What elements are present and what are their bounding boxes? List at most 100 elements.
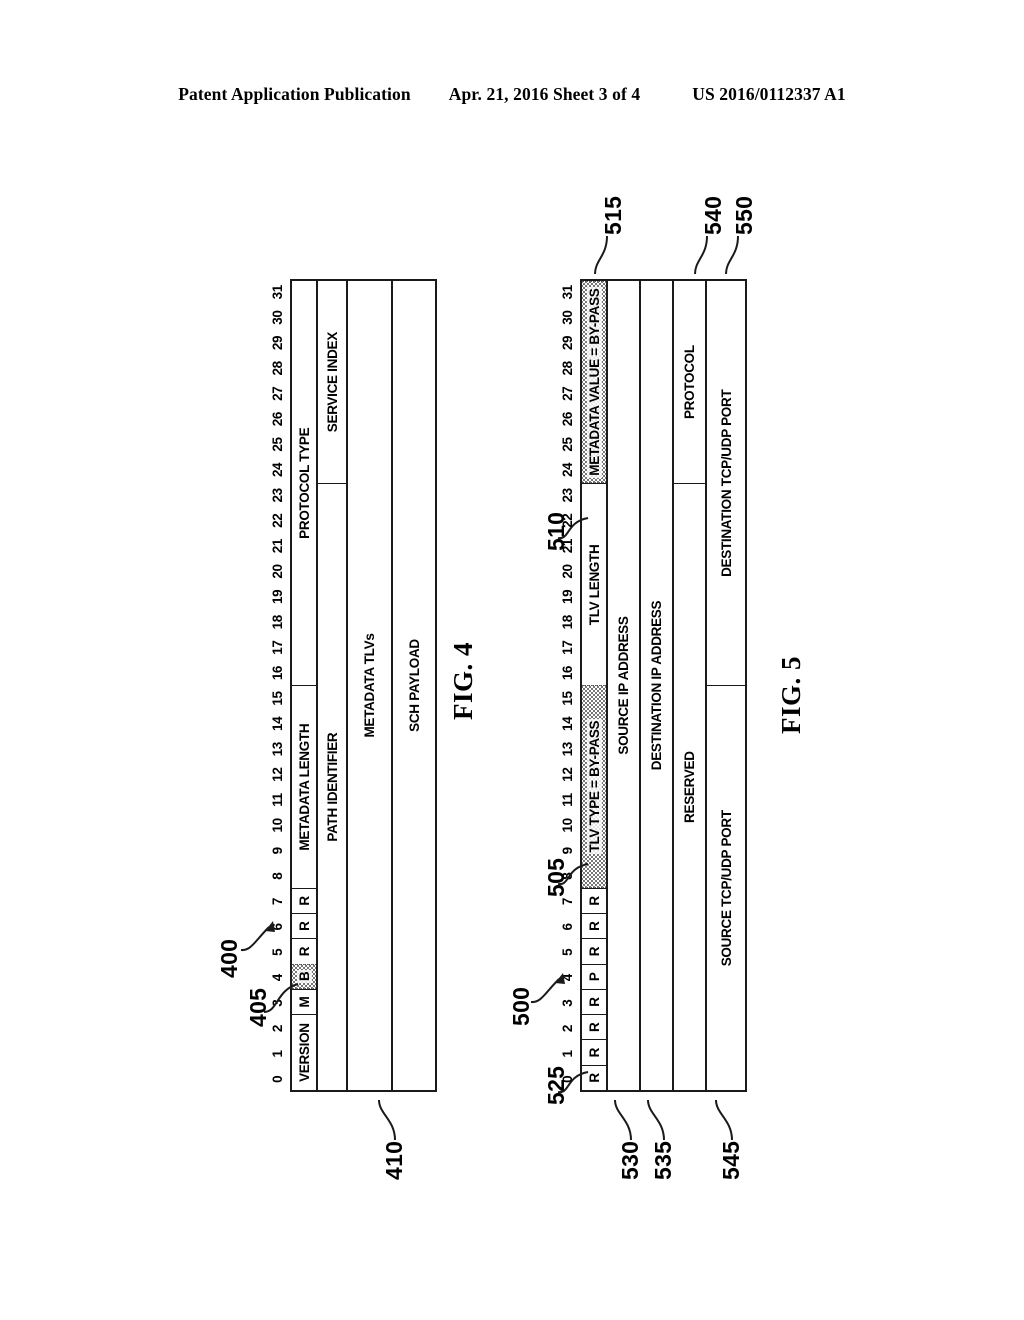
- publication-number-label: US 2016/0112337 A1: [692, 84, 846, 104]
- bit-label-28: 28: [270, 361, 285, 376]
- field-label: DESTINATION IP ADDRESS: [649, 600, 664, 771]
- field-label: R: [586, 896, 602, 906]
- bit-label-9: 9: [270, 847, 285, 855]
- ports-row: SOURCE TCP/UDP PORT DESTINATION TCP/UDP P…: [707, 281, 745, 1090]
- bit-label-24: 24: [270, 462, 285, 478]
- bit-ruler-fig4: 0 1 2 3 4 5 6 7 8 9 10 11 12 13 14 15 16 17 18 19 20 21 22 23 24…: [268, 279, 288, 1092]
- bit-label-23: 23: [270, 488, 285, 503]
- ref-550: 550: [731, 195, 757, 235]
- figure-5-diagram: 0 1 2 3 4 5 6 7 8 9 10 11 12 13 14 15 16 17 18 19 20 21 22 23 24…: [558, 227, 753, 1092]
- bit-label-23: 23: [560, 488, 575, 503]
- tlv-header-row: R R R R P R R R TLV TYPE = BY-PASS TLV LENGTH META…: [582, 280, 608, 1090]
- bit-label-31: 31: [270, 285, 285, 300]
- field-version: VERSION: [292, 1014, 316, 1090]
- field-b: B: [292, 963, 316, 989]
- field-label: SOURCE IP ADDRESS: [616, 616, 631, 755]
- field-label: METADATA LENGTH: [296, 723, 312, 851]
- bit-label-10: 10: [560, 818, 575, 833]
- header-row-1: VERSION M B R R R METADATA LENGTH PROTOCOL TYPE: [292, 281, 318, 1090]
- bit-label-12: 12: [270, 767, 285, 782]
- ref-500: 500: [508, 986, 534, 1026]
- field-label: SOURCE TCP/UDP PORT: [718, 810, 734, 967]
- bit-label-26: 26: [560, 412, 575, 427]
- reserved-protocol-row: RESERVED PROTOCOL: [674, 281, 707, 1090]
- field-label: R: [586, 921, 602, 931]
- bit-label-2: 2: [560, 1024, 575, 1033]
- bit-label-11: 11: [560, 793, 575, 807]
- bit-label-5: 5: [270, 948, 285, 956]
- field-label: B: [296, 969, 312, 983]
- field-r: R: [582, 1014, 606, 1040]
- bit-label-4: 4: [560, 974, 575, 982]
- field-r: R: [582, 938, 606, 964]
- field-protocol-type: PROTOCOL TYPE: [292, 281, 316, 686]
- bit-label-25: 25: [560, 437, 575, 452]
- publication-label: Patent Application Publication: [178, 84, 411, 104]
- bit-label-6: 6: [560, 923, 575, 931]
- bit-label-11: 11: [270, 793, 285, 807]
- bit-label-17: 17: [270, 640, 285, 655]
- bit-label-15: 15: [270, 691, 285, 706]
- bit-label-22: 22: [270, 513, 285, 528]
- ref-515: 515: [600, 195, 626, 235]
- field-service-index: SERVICE INDEX: [318, 281, 346, 483]
- bit-label-14: 14: [270, 716, 285, 731]
- field-label: METADATA VALUE = BY-PASS: [586, 286, 602, 478]
- bit-label-16: 16: [560, 665, 575, 681]
- bit-label-29: 29: [560, 335, 575, 351]
- date-sheet-label: Apr. 21, 2016 Sheet 3 of 4: [448, 84, 641, 104]
- field-label: DESTINATION TCP/UDP PORT: [718, 389, 734, 577]
- field-path-identifier: PATH IDENTIFIER: [318, 483, 346, 1090]
- field-m: M: [292, 988, 316, 1015]
- field-label: R: [586, 1047, 602, 1058]
- field-r: R: [582, 913, 606, 939]
- bit-label-17: 17: [560, 640, 575, 655]
- bit-label-19: 19: [560, 589, 575, 604]
- field-label: R: [586, 997, 602, 1007]
- bit-label-1: 1: [560, 1050, 575, 1058]
- sch-payload-row: SCH PAYLOAD: [393, 281, 435, 1090]
- field-sch-payload: SCH PAYLOAD: [393, 281, 435, 1090]
- bit-label-26: 26: [270, 412, 285, 427]
- header-row-2: PATH IDENTIFIER SERVICE INDEX: [318, 281, 348, 1090]
- page-header: Patent Application Publication Apr. 21, …: [0, 84, 1024, 105]
- field-label: RESERVED: [682, 751, 697, 823]
- field-label: R: [586, 1022, 602, 1033]
- source-ip-row: SOURCE IP ADDRESS: [608, 281, 641, 1090]
- bit-label-5: 5: [560, 948, 575, 956]
- field-label: PATH IDENTIFIER: [324, 732, 340, 842]
- ref-535: 535: [650, 1140, 676, 1180]
- bit-label-15: 15: [560, 691, 575, 706]
- field-source-ip-address: SOURCE IP ADDRESS: [608, 281, 639, 1090]
- field-tlv-type-by-pass: TLV TYPE = BY-PASS: [582, 685, 606, 888]
- ref-400: 400: [216, 938, 242, 978]
- bit-label-31: 31: [560, 285, 575, 300]
- bit-label-29: 29: [270, 335, 285, 351]
- field-protocol: PROTOCOL: [674, 281, 705, 483]
- ref-545: 545: [718, 1140, 744, 1180]
- field-label: PROTOCOL: [682, 345, 697, 420]
- field-label: VERSION: [296, 1023, 312, 1082]
- figure-4-caption: FIG. 4: [448, 641, 478, 720]
- field-r: R: [582, 988, 606, 1015]
- field-reserved: RESERVED: [674, 483, 705, 1090]
- ref-540: 540: [700, 195, 726, 235]
- bit-label-6: 6: [270, 923, 285, 931]
- packet-format-fig4: VERSION M B R R R METADATA LENGTH PROTOCOL TYPE…: [290, 279, 437, 1092]
- bit-label-21: 21: [270, 539, 285, 554]
- bit-label-14: 14: [560, 716, 575, 731]
- bit-label-0: 0: [270, 1075, 285, 1083]
- bit-label-20: 20: [560, 564, 575, 579]
- field-r: R: [582, 1039, 606, 1065]
- metadata-tlvs-row: METADATA TLVs: [348, 281, 393, 1090]
- figure-5-caption: FIG. 5: [776, 655, 806, 734]
- field-destination-ip-address: DESTINATION IP ADDRESS: [641, 281, 672, 1090]
- bit-label-1: 1: [270, 1050, 285, 1058]
- field-label: SCH PAYLOAD: [406, 639, 422, 732]
- field-p: P: [582, 963, 606, 989]
- field-label: R: [586, 946, 602, 957]
- field-r: R: [582, 887, 606, 914]
- bit-label-19: 19: [270, 589, 285, 604]
- field-tlv-length: TLV LENGTH: [582, 483, 606, 686]
- destination-ip-row: DESTINATION IP ADDRESS: [641, 281, 674, 1090]
